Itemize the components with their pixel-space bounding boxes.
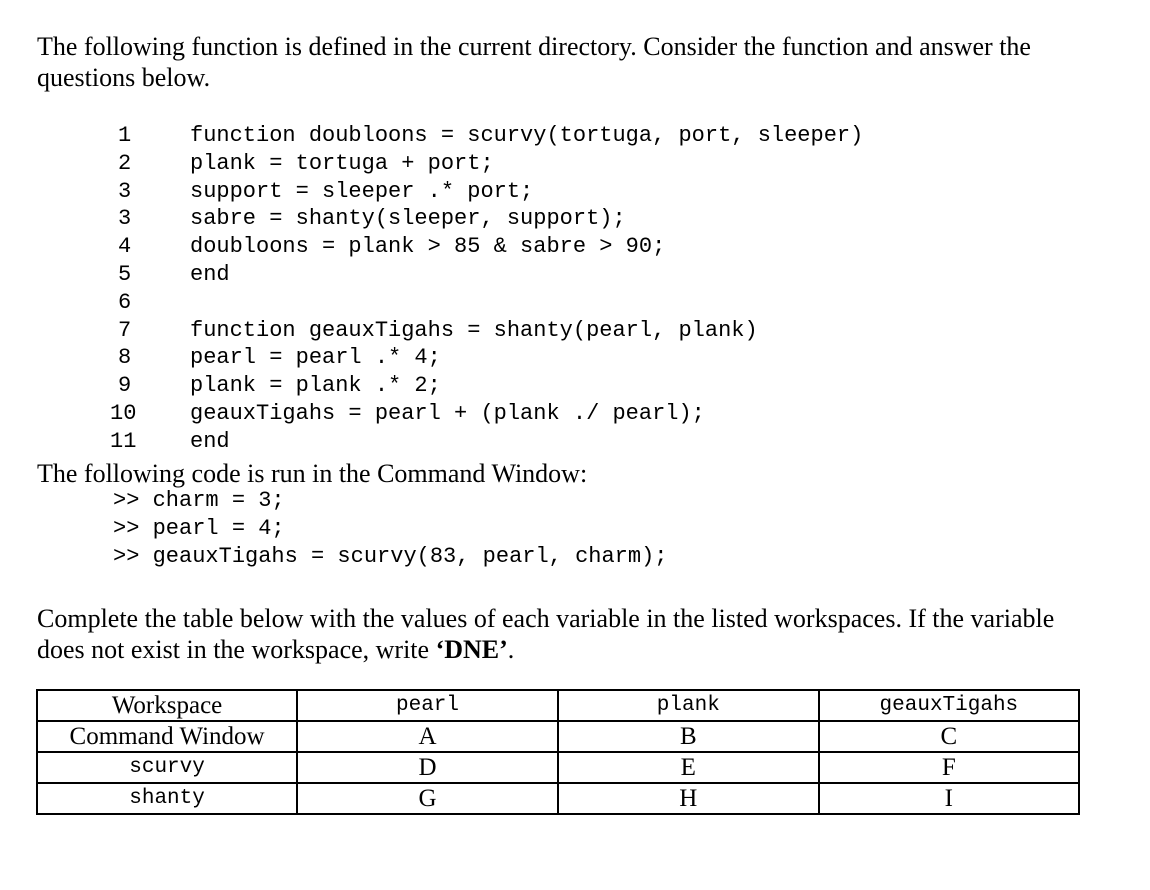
- code-line: 1 function doubloons = scurvy(tortuga, po…: [110, 122, 863, 150]
- table-cell: H: [556, 782, 820, 815]
- code-line: 10 geauxTigahs = pearl + (plank ./ pearl)…: [110, 400, 863, 428]
- table-cell: E: [556, 751, 820, 784]
- code-text: sabre = shanty(sleeper, support);: [190, 206, 626, 232]
- line-number: 11: [110, 428, 137, 454]
- line-number: 1: [118, 123, 132, 148]
- header-geauxtigahs: geauxTigahs: [817, 689, 1081, 722]
- header-plank: plank: [556, 689, 820, 722]
- code-text: plank = tortuga + port;: [190, 150, 494, 176]
- code-text: end: [190, 428, 230, 454]
- command-window-code: >> charm = 3; >> pearl = 4; >> geauxTiga…: [113, 487, 668, 571]
- table-row: scurvy D E F: [35, 751, 1081, 784]
- workspace-table: Workspace pearl plank geauxTigahs Comman…: [35, 689, 1081, 815]
- code-line: 3 support = sleeper .* port;: [110, 178, 863, 206]
- table-cell: B: [556, 720, 820, 753]
- dne-emphasis: ‘DNE’: [435, 635, 508, 664]
- command-line: >> charm = 3;: [113, 488, 285, 513]
- table-cell: A: [296, 720, 559, 753]
- line-number: 9: [118, 373, 132, 399]
- line-number: 3: [118, 178, 132, 204]
- command-line: >> pearl = 4;: [113, 516, 285, 541]
- instructions-text: Complete the table below with the values…: [37, 604, 1055, 664]
- code-line: 5 end: [110, 261, 863, 289]
- code-text: function doubloons = scurvy(tortuga, por…: [190, 123, 864, 148]
- table-row: shanty G H I: [35, 782, 1081, 815]
- instructions-paragraph: Complete the table below with the values…: [37, 603, 1097, 665]
- code-text: pearl = pearl .* 4;: [190, 345, 441, 371]
- command-window-heading: The following code is run in the Command…: [37, 459, 588, 488]
- table-cell: I: [817, 782, 1081, 815]
- line-number: 2: [118, 150, 132, 176]
- code-text: support = sleeper .* port;: [190, 178, 534, 204]
- function-code-listing: 1 function doubloons = scurvy(tortuga, po…: [110, 122, 863, 456]
- code-line: 4 doubloons = plank > 85 & sabre > 90;: [110, 233, 863, 261]
- table-header-row: Workspace pearl plank geauxTigahs: [35, 689, 1081, 722]
- code-line: 8 pearl = pearl .* 4;: [110, 344, 863, 372]
- code-line: 3 sabre = shanty(sleeper, support);: [110, 205, 863, 233]
- code-text: doubloons = plank > 85 & sabre > 90;: [190, 234, 666, 260]
- workspace-name: Command Window: [35, 720, 299, 753]
- table-cell: F: [817, 751, 1081, 784]
- workspace-name: scurvy: [35, 751, 299, 784]
- code-text: geauxTigahs = pearl + (plank ./ pearl);: [190, 400, 705, 426]
- table-cell: C: [817, 720, 1081, 753]
- table-cell: G: [296, 782, 559, 815]
- line-number: 5: [118, 261, 132, 287]
- header-workspace: Workspace: [35, 689, 299, 722]
- code-text: function geauxTigahs = shanty(pearl, pla…: [190, 317, 758, 343]
- code-line: 9 plank = plank .* 2;: [110, 372, 863, 400]
- line-number: 10: [110, 400, 137, 426]
- code-line: 7 function geauxTigahs = shanty(pearl, pl…: [110, 317, 863, 345]
- code-text: end: [190, 261, 230, 287]
- code-line: 11 end: [110, 428, 863, 456]
- table-cell: D: [296, 751, 559, 784]
- instructions-period: .: [507, 635, 515, 664]
- workspace-name: shanty: [35, 782, 299, 815]
- line-number: 8: [118, 345, 132, 371]
- line-number: 6: [118, 289, 132, 315]
- intro-paragraph: The following function is defined in the…: [37, 32, 1031, 92]
- table-row: Command Window A B C: [35, 720, 1081, 753]
- code-line: 6: [110, 289, 863, 317]
- line-number: 4: [118, 234, 132, 260]
- code-text: plank = plank .* 2;: [190, 373, 441, 399]
- header-pearl: pearl: [296, 689, 559, 722]
- code-line: 2 plank = tortuga + port;: [110, 150, 863, 178]
- command-line: >> geauxTigahs = scurvy(83, pearl, charm…: [113, 544, 668, 569]
- line-number: 3: [118, 206, 132, 232]
- line-number: 7: [118, 317, 132, 343]
